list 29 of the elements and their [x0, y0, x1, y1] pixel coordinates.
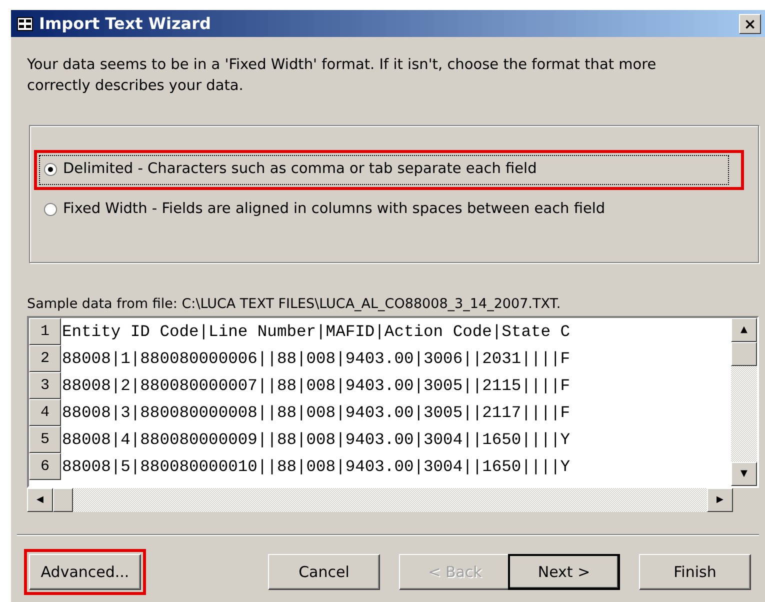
scroll-thumb[interactable] — [53, 488, 73, 512]
row-text: 88008|3|880080000008||88|008|9403.00|3005||2117||||F — [61, 402, 570, 424]
format-option[interactable]: Fixed Width - Fields are aligned in columns with spaces between each field — [39, 194, 729, 224]
row-text: 88008|5|880080000010||88|008|9403.00|3004||1650||||Y — [61, 456, 570, 478]
row-number: 5 — [29, 426, 61, 454]
scroll-down-button[interactable]: ▼ — [731, 462, 757, 486]
row-number: 2 — [29, 345, 61, 372]
row-text: 88008|4|880080000009||88|008|9403.00|3004||1650||||Y — [61, 429, 570, 452]
row-text: Entity ID Code|Line Number|MAFID|Action Code|State C — [61, 321, 570, 344]
row-text: 88008|1|880080000006||88|008|9403.00|3006||2031||||F — [61, 348, 570, 370]
wizard-button[interactable]: Advanced... — [29, 554, 141, 590]
close-button[interactable]: × — [739, 14, 761, 34]
window-title: Import Text Wizard — [39, 12, 211, 34]
wizard-button[interactable]: Next > — [508, 554, 620, 590]
scroll-thumb[interactable] — [731, 342, 757, 366]
scroll-up-button[interactable]: ▲ — [731, 318, 757, 342]
scroll-left-button[interactable]: ◀ — [27, 488, 53, 512]
row-number: 6 — [29, 453, 61, 480]
row-number: 1 — [29, 318, 61, 346]
wizard-button[interactable]: Cancel — [268, 554, 380, 590]
scroll-right-button[interactable]: ▶ — [707, 488, 733, 512]
wizard-button[interactable]: Finish — [639, 554, 751, 590]
intro-text: Your data seems to be in a 'Fixed Width' format. If it isn't, choose the format that more correctly describes your data. — [26, 56, 658, 96]
row-number: 3 — [29, 372, 61, 400]
window-icon — [17, 16, 33, 30]
row-text: 88008|2|880080000007||88|008|9403.00|3005||2115||||F — [61, 375, 570, 398]
row-number: 4 — [29, 399, 61, 426]
sample-caption: Sample data from file: C:\LUCA TEXT FILES\LUCA_AL_CO88008_3_14_2007.TXT. — [26, 295, 562, 314]
format-option[interactable]: Delimited - Characters such as comma or tab separate each field — [39, 155, 729, 185]
